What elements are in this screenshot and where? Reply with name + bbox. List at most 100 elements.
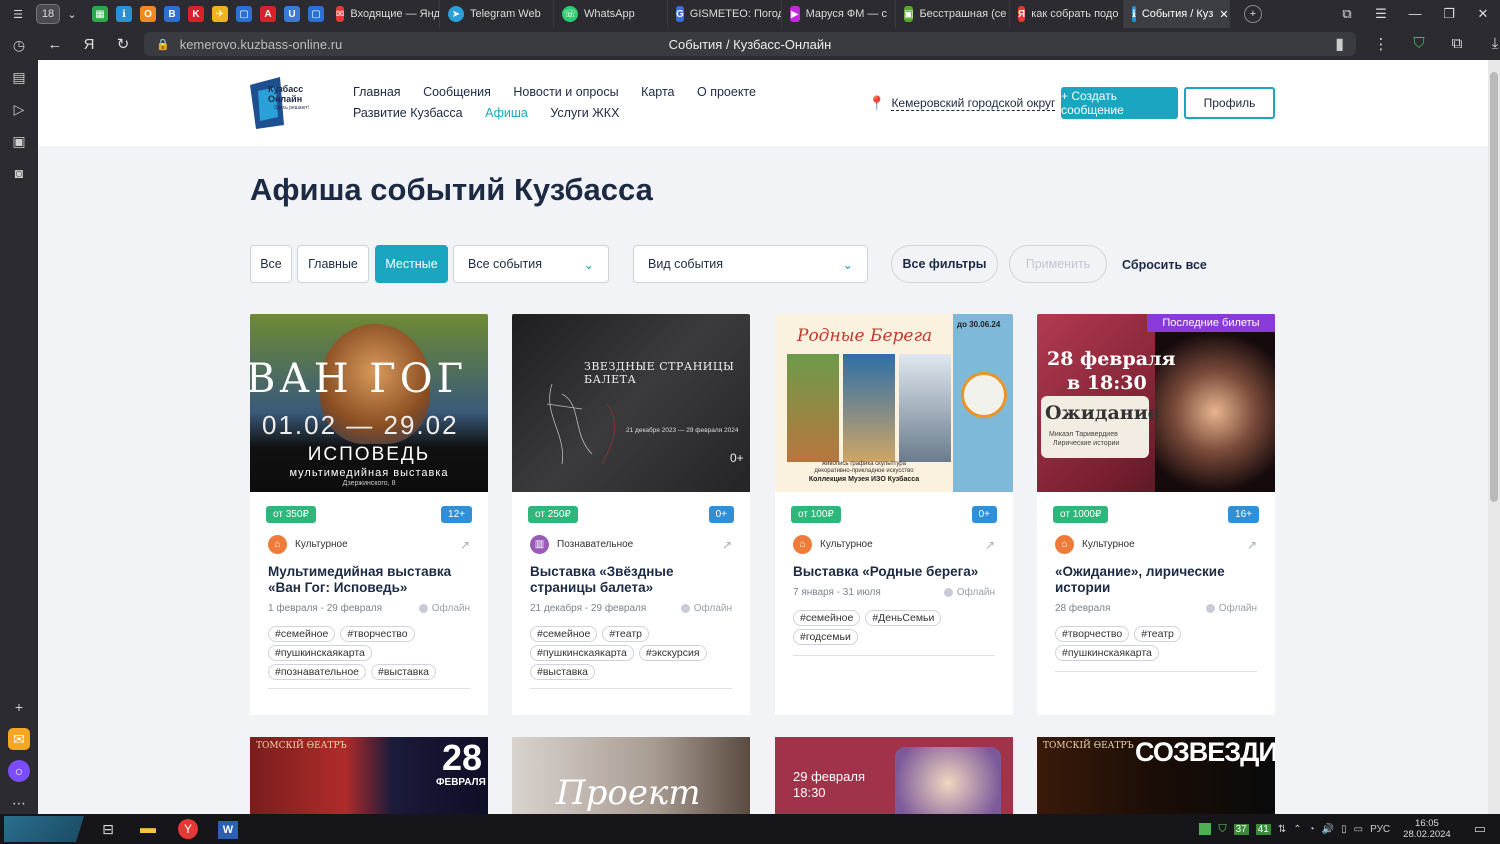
tag[interactable]: #семейное bbox=[268, 626, 336, 642]
bird-icon[interactable]: ✈ bbox=[212, 6, 228, 22]
new-tab-icon[interactable]: + bbox=[1244, 5, 1262, 23]
network-icon[interactable]: ⇅ bbox=[1278, 824, 1286, 835]
event-card[interactable]: ВАН ГОГ 01.02 — 29.02 ИСПОВЕДЬ мультимед… bbox=[250, 314, 488, 715]
event-card[interactable]: Последние билеты 28 февраля в 18:30 Ожид… bbox=[1037, 314, 1275, 715]
file-explorer-icon[interactable]: ▬ bbox=[128, 820, 168, 838]
site-logo[interactable]: Кузбасс Онлайн Здесь решают! bbox=[250, 77, 316, 129]
volume-icon[interactable]: 🔊 bbox=[1322, 824, 1334, 835]
yandex-logo-icon[interactable]: Я bbox=[72, 36, 106, 53]
tag[interactable]: #ДеньСемьи bbox=[865, 610, 942, 626]
tag[interactable]: #пушкинскаякарта bbox=[1055, 645, 1159, 661]
event-poster[interactable]: Родные Берега до 30.06.24 живопись графи… bbox=[775, 314, 1013, 492]
url-field[interactable]: 🔒 kemerovo.kuzbass-online.ru События / К… bbox=[144, 32, 1356, 56]
extensions-icon[interactable]: ⧉ bbox=[1440, 35, 1474, 53]
kinopoisk-icon[interactable]: K bbox=[188, 6, 204, 22]
u-icon[interactable]: U bbox=[284, 6, 300, 22]
tag[interactable]: #творчество bbox=[340, 626, 415, 642]
tab-search[interactable]: Якак собрать подо bbox=[1010, 0, 1124, 28]
event-title[interactable]: Выставка «Родные берега» bbox=[793, 564, 998, 580]
event-type-select[interactable]: Вид события ⌄ bbox=[633, 245, 868, 283]
kuzbass-pin-icon[interactable]: ℹ bbox=[116, 6, 132, 22]
bookmark-icon[interactable]: ▮ bbox=[1335, 34, 1344, 54]
tray-counter-2[interactable]: 41 bbox=[1255, 823, 1271, 835]
event-card[interactable]: ТОМСКІЙ ѲЕАТРЪ 28 ФЕВРАЛЯ bbox=[250, 737, 488, 814]
apply-button[interactable]: Применить bbox=[1009, 245, 1107, 283]
filter-chip-all[interactable]: Все bbox=[250, 245, 292, 283]
create-message-button[interactable]: + Создать сообщение bbox=[1061, 87, 1178, 119]
tag[interactable]: #пушкинскаякарта bbox=[530, 645, 634, 661]
download-icon[interactable]: ⤓ bbox=[1478, 35, 1500, 53]
tab-whatsapp[interactable]: ☏ WhatsApp bbox=[554, 0, 668, 28]
event-card[interactable]: Родные Берега до 30.06.24 живопись графи… bbox=[775, 314, 1013, 715]
menu-item-afisha[interactable]: Афиша bbox=[485, 106, 528, 120]
tag[interactable]: #театр bbox=[602, 626, 649, 642]
more-dots-icon[interactable]: ⋯ bbox=[8, 792, 30, 814]
minimize-icon[interactable]: — bbox=[1398, 6, 1432, 22]
event-title[interactable]: Мультимедийная выставка «Ван Гог: Испове… bbox=[268, 564, 473, 596]
tab-active[interactable]: ℹ События / Куз ✕ bbox=[1124, 0, 1230, 28]
tab-telegram[interactable]: ➤ Telegram Web bbox=[440, 0, 554, 28]
page-scrollbar[interactable] bbox=[1488, 60, 1500, 814]
window-icon[interactable]: ▢ bbox=[308, 6, 324, 22]
collections-icon[interactable]: ⧉ bbox=[1330, 6, 1364, 22]
scrollbar-thumb[interactable] bbox=[1490, 72, 1498, 502]
menu-item-main[interactable]: Главная bbox=[353, 85, 401, 99]
start-button[interactable] bbox=[4, 816, 84, 842]
sheets-icon[interactable]: ▦ bbox=[92, 6, 108, 22]
more-icon[interactable]: ⋮ bbox=[1364, 35, 1398, 53]
task-view-icon[interactable]: ⊟ bbox=[88, 821, 128, 838]
notes-icon[interactable]: ▤ bbox=[8, 66, 30, 88]
docs-icon[interactable]: ▢ bbox=[236, 6, 252, 22]
usb-icon[interactable]: ▯ bbox=[1341, 824, 1347, 835]
calendar-icon[interactable]: ▣ bbox=[8, 130, 30, 152]
tag[interactable]: #экскурсия bbox=[638, 645, 707, 661]
profile-button[interactable]: Профиль bbox=[1184, 87, 1275, 119]
event-title[interactable]: «Ожидание», лирические истории bbox=[1055, 564, 1260, 596]
close-icon[interactable]: ✕ bbox=[1219, 8, 1228, 21]
tab-gismeteo[interactable]: G GISMETEO: Погод bbox=[668, 0, 782, 28]
mail-app-icon[interactable]: ✉ bbox=[8, 728, 30, 750]
events-select[interactable]: Все события ⌄ bbox=[453, 245, 609, 283]
tab-counter[interactable]: 18 bbox=[36, 4, 60, 24]
event-title[interactable]: Выставка «Звёздные страницы балета» bbox=[530, 564, 735, 596]
tab-marusya[interactable]: ▶ Маруся ФМ — с bbox=[782, 0, 896, 28]
tab-series[interactable]: ▣ Бесстрашная (се bbox=[896, 0, 1010, 28]
event-poster[interactable]: ЗВЕЗДНЫЕ СТРАНИЦЫ БАЛЕТА 21 декабря 2023… bbox=[512, 314, 750, 492]
chevron-up-icon[interactable]: ⌃ bbox=[1293, 824, 1301, 835]
add-icon[interactable]: + bbox=[8, 696, 30, 718]
language-indicator[interactable]: РУС bbox=[1370, 824, 1390, 835]
pdf-icon[interactable]: A bbox=[260, 6, 276, 22]
word-icon[interactable]: W bbox=[208, 820, 248, 839]
vk-icon[interactable]: В bbox=[164, 6, 180, 22]
tray-app-icon[interactable] bbox=[1199, 823, 1212, 835]
tab-mail[interactable]: ✉ Входящие — Янд bbox=[328, 0, 440, 28]
browser-menu-icon[interactable]: ☰ bbox=[6, 4, 30, 24]
all-filters-button[interactable]: Все фильтры bbox=[891, 245, 998, 283]
tag[interactable]: #театр bbox=[1134, 626, 1181, 642]
notifications-icon[interactable]: ▭ bbox=[1474, 821, 1486, 837]
event-poster[interactable]: ВАН ГОГ 01.02 — 29.02 ИСПОВЕДЬ мультимед… bbox=[250, 314, 488, 492]
window-close-icon[interactable]: ✕ bbox=[1466, 6, 1500, 22]
menu-item-messages[interactable]: Сообщения bbox=[423, 85, 491, 99]
menu-item-news[interactable]: Новости и опросы bbox=[513, 85, 618, 99]
maximize-icon[interactable]: ❐ bbox=[1432, 6, 1466, 22]
tag[interactable]: #годсемьи bbox=[793, 629, 858, 645]
history-icon[interactable]: ◷ bbox=[8, 34, 30, 56]
reload-icon[interactable]: ↻ bbox=[106, 35, 140, 53]
tag[interactable]: #семейное bbox=[793, 610, 861, 626]
filter-chip-main[interactable]: Главные bbox=[297, 245, 369, 283]
tag[interactable]: #выставка bbox=[530, 664, 595, 680]
tag[interactable]: #познавательное bbox=[268, 664, 367, 680]
chevron-down-icon[interactable]: ⌄ bbox=[60, 4, 84, 24]
tag[interactable]: #пушкинскаякарта bbox=[268, 645, 372, 661]
battery-icon[interactable]: ▭ bbox=[1354, 824, 1363, 835]
menu-item-map[interactable]: Карта bbox=[641, 85, 674, 99]
tag[interactable]: #творчество bbox=[1055, 626, 1130, 642]
clock[interactable]: 16:05 28.02.2024 bbox=[1403, 818, 1451, 840]
screenshot-icon[interactable]: ◙ bbox=[8, 162, 30, 184]
ok-icon[interactable]: О bbox=[140, 6, 156, 22]
tag[interactable]: #семейное bbox=[530, 626, 598, 642]
reset-all-link[interactable]: Сбросить все bbox=[1122, 258, 1207, 272]
menu-item-development[interactable]: Развитие Кузбасса bbox=[353, 106, 463, 120]
event-card[interactable]: Проект bbox=[512, 737, 750, 814]
